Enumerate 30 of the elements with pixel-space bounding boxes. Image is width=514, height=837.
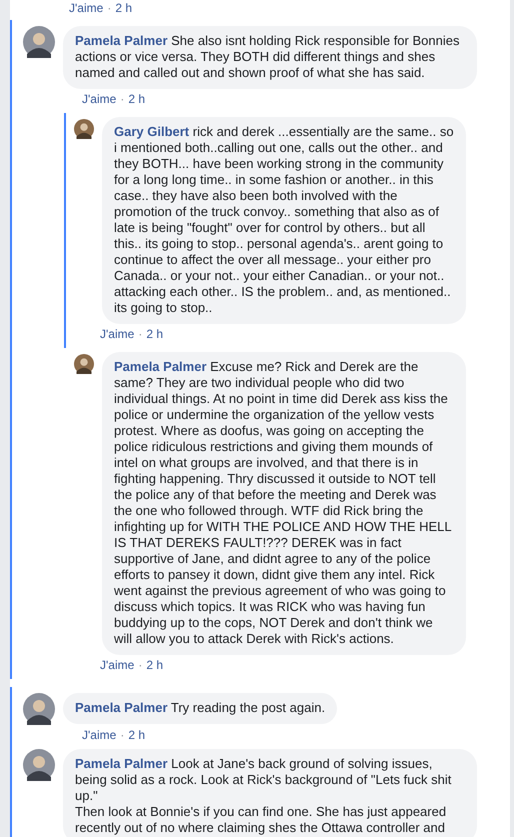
separator-dot: · [138,658,142,672]
avatar[interactable] [23,693,55,725]
like-link[interactable]: J'aime [100,327,134,341]
like-link[interactable]: J'aime [82,728,116,742]
comment-text: Pamela Palmer Try reading the post again. [75,700,326,716]
author-name-link[interactable]: Pamela Palmer [75,700,168,715]
avatar[interactable] [74,354,94,374]
timestamp: 2 h [146,658,163,672]
comment-text: Pamela Palmer She also isnt holding Rick responsible for Bonnies actions or vice versa. They BOTH did different things and shes named and called out and shown proof of what she has said. [75,33,460,81]
author-name-link[interactable]: Pamela Palmer [114,359,207,374]
author-name-link[interactable]: Gary Gilbert [114,124,190,139]
timestamp: 2 h [146,327,163,341]
timestamp: 2 h [128,728,145,742]
separator-dot: · [138,327,142,341]
timestamp: 2 h [115,1,132,15]
comment-text: Pamela Palmer Excuse me? Rick and Derek are the same? They are two individual people who did two individual things. At no point in time did Derek ass kiss the police or undermine the organization of the yellow vests protest. Where as doofus, was going on accepting the police ridiculous restrictions and giving them mounds of intel on what groups are involved, and that there is in fighting happening. Thry discussed it outside to NOT tell the police any of that before the meeting and Derek was the one who followed through. WTF did Rick bring the infighting up for WITH THE POLICE AND HOW THE HELL IS THAT DEREKS FAULT!??? DEREK was in fact supportive of Jane, and didnt agree to any of the police efforts to pansey it down, didnt give them any intel. Rick went against the previous agreement of who was going to discuss which topics. It was RICK who was having fun buddying up to the cops, NOT Derek and don't think we will allow you to attack Derek with Rick's actions. [114,359,452,647]
avatar[interactable] [23,26,55,58]
author-name-link[interactable]: Pamela Palmer [75,756,168,771]
separator-dot: · [120,92,124,106]
comment-text: Gary Gilbert rick and derek ...essentially are the same.. so i mentioned both..calling out one, calls out the other.. and they BOTH... have been working strong in the community for a long long time.. in some fashion or another.. in this case.. they have also been both involved with the promotion of the truck convoy.. something that also as of late is being "fought" over for control by others.. but all this.. its going to stop.. personal agenda's.. arent going to continue to affect the over all message.. your either pro Canada.. or your not.. your either Canadian.. or your not.. attacking each other.. IS the problem.. and, as mentioned.. its going to stop.. [114,124,454,316]
like-link[interactable]: J'aime [100,658,134,672]
avatar[interactable] [74,119,94,139]
avatar[interactable] [23,749,55,781]
comment-text: Pamela Palmer Look at Jane's back ground of solving issues, being solid as a rock. Look at Rick's background of "Lets fuck shit up." Then look at Bonnie's if you can find one. She has just appeared recently out of no where claiming shes the Ottawa controller and [75,756,452,836]
timestamp: 2 h [128,92,145,106]
separator-dot: · [107,1,112,15]
like-link[interactable]: J'aime [82,92,116,106]
author-name-link[interactable]: Pamela Palmer [75,33,168,48]
separator-dot: · [120,728,124,742]
like-link[interactable]: J'aime [69,1,104,15]
